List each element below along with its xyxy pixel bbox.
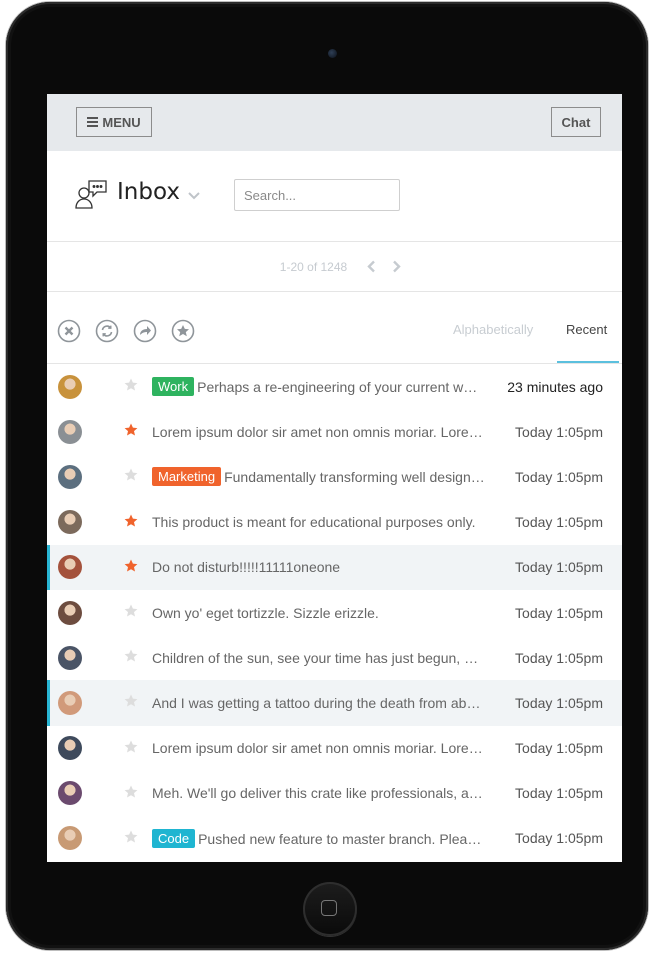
top-bar: MENU Chat xyxy=(47,94,622,151)
message-time: Today 1:05pm xyxy=(515,468,603,485)
message-tag: Code xyxy=(152,828,196,848)
user-chat-icon xyxy=(74,178,108,215)
menu-button-label: MENU xyxy=(102,114,141,130)
avatar[interactable] xyxy=(58,781,82,806)
message-subject: Lorem ipsum dolor sir amet non omnis mor… xyxy=(152,740,485,757)
message-time: Today 1:05pm xyxy=(515,423,603,440)
star-outline-icon[interactable] xyxy=(124,694,138,713)
avatar[interactable] xyxy=(58,645,82,670)
message-row[interactable]: Do not disturb!!!!!11111oneone Today 1:05… xyxy=(47,544,622,591)
chat-button-label: Chat xyxy=(561,114,591,130)
message-toolbar: Alphabetically Recent xyxy=(47,292,622,364)
star-outline-icon[interactable] xyxy=(124,785,138,804)
message-preview[interactable]: And I was getting a tattoo during the de… xyxy=(152,695,485,711)
chevron-down-icon[interactable] xyxy=(188,187,200,205)
pagination-range: 1-20 of 1248 xyxy=(279,259,348,274)
message-time: 23 minutes ago xyxy=(507,378,603,395)
message-time: Today 1:05pm xyxy=(515,559,603,576)
message-subject: Lorem ipsum dolor sir amet non omnis mor… xyxy=(152,423,485,440)
message-preview[interactable]: Do not disturb!!!!!11111oneone xyxy=(152,559,485,575)
message-time: Today 1:05pm xyxy=(515,694,603,711)
menu-button[interactable]: MENU xyxy=(76,107,152,137)
message-row[interactable]: Own yo' eget tortizzle. Sizzle erizzle. T… xyxy=(47,590,622,635)
search-input[interactable] xyxy=(234,179,400,211)
home-button[interactable] xyxy=(303,882,357,936)
message-preview[interactable]: Meh. We'll go deliver this crate like pr… xyxy=(152,785,485,801)
avatar[interactable] xyxy=(58,464,82,489)
message-subject: Fundamentally transforming well designed… xyxy=(224,469,485,486)
refresh-icon[interactable] xyxy=(95,319,119,343)
message-time: Today 1:05pm xyxy=(515,514,603,531)
message-preview[interactable]: Lorem ipsum dolor sir amet non omnis mor… xyxy=(152,740,485,756)
message-subject: Perhaps a re-engineering of your current… xyxy=(197,379,485,396)
message-subject: Do not disturb!!!!!11111oneone xyxy=(152,559,341,576)
chevron-right-icon[interactable] xyxy=(392,260,401,273)
message-preview[interactable]: Work Perhaps a re-engineering of your cur… xyxy=(152,377,485,397)
message-row[interactable]: Code Pushed new feature to master branch.… xyxy=(47,816,622,861)
avatar[interactable] xyxy=(58,555,82,580)
message-row[interactable]: Children of the sun, see your time has j… xyxy=(47,635,622,680)
avatar[interactable] xyxy=(58,419,82,444)
message-time: Today 1:05pm xyxy=(515,649,603,666)
message-preview[interactable]: Children of the sun, see your time has j… xyxy=(152,650,485,666)
message-row[interactable]: Lorem ipsum dolor sir amet non omnis mor… xyxy=(47,409,622,454)
avatar[interactable] xyxy=(58,600,82,625)
camera-lens xyxy=(328,49,337,58)
avatar[interactable] xyxy=(58,826,82,851)
close-circle-icon[interactable] xyxy=(57,319,81,343)
star-icon[interactable] xyxy=(171,319,195,343)
avatar[interactable] xyxy=(58,374,82,399)
avatar[interactable] xyxy=(58,736,82,761)
chevron-left-icon[interactable] xyxy=(367,260,376,273)
inbox-title: Inbox xyxy=(117,179,180,205)
message-preview[interactable]: Own yo' eget tortizzle. Sizzle erizzle. xyxy=(152,605,485,621)
message-row[interactable]: Lorem ipsum dolor sir amet non omnis mor… xyxy=(47,726,622,771)
star-filled-icon[interactable] xyxy=(124,514,138,533)
tablet-frame: MENU Chat Inbox Search... 1-20 of 1248 A… xyxy=(6,2,648,950)
message-preview[interactable]: This product is meant for educational pu… xyxy=(152,514,485,530)
message-subject: Own yo' eget tortizzle. Sizzle erizzle. xyxy=(152,604,379,621)
message-tag: Marketing xyxy=(152,467,222,487)
message-subject: Children of the sun, see your time has j… xyxy=(152,649,485,666)
sort-recent-tab[interactable]: Recent xyxy=(566,322,607,337)
message-subject: And I was getting a tattoo during the de… xyxy=(152,694,485,711)
forward-icon[interactable] xyxy=(133,319,157,343)
message-row[interactable]: Marketing Fundamentally transforming well… xyxy=(47,454,622,499)
star-outline-icon[interactable] xyxy=(124,468,138,487)
sort-alphabetically-tab[interactable]: Alphabetically xyxy=(453,322,533,337)
message-row[interactable]: This product is meant for educational pu… xyxy=(47,500,622,545)
message-row[interactable]: Meh. We'll go deliver this crate like pr… xyxy=(47,771,622,816)
message-list: Work Perhaps a re-engineering of your cur… xyxy=(47,364,622,861)
home-square-icon xyxy=(321,900,337,916)
star-outline-icon[interactable] xyxy=(124,378,138,397)
star-outline-icon[interactable] xyxy=(124,649,138,668)
star-outline-icon[interactable] xyxy=(124,740,138,759)
star-outline-icon[interactable] xyxy=(124,604,138,623)
message-time: Today 1:05pm xyxy=(515,604,603,621)
star-outline-icon[interactable] xyxy=(124,830,138,849)
message-row[interactable]: And I was getting a tattoo during the de… xyxy=(47,680,622,726)
message-subject: This product is meant for educational pu… xyxy=(152,514,476,531)
pagination-bar: 1-20 of 1248 xyxy=(47,242,622,292)
star-filled-icon[interactable] xyxy=(124,423,138,442)
message-preview[interactable]: Code Pushed new feature to master branch.… xyxy=(152,828,485,848)
inbox-header: Inbox xyxy=(47,151,622,242)
chat-button[interactable]: Chat xyxy=(551,107,601,137)
message-preview[interactable]: Lorem ipsum dolor sir amet non omnis mor… xyxy=(152,424,485,440)
message-time: Today 1:05pm xyxy=(515,740,603,757)
avatar[interactable] xyxy=(58,510,82,535)
hamburger-icon xyxy=(87,115,99,129)
message-row[interactable]: Work Perhaps a re-engineering of your cur… xyxy=(47,364,622,409)
message-subject: Pushed new feature to master branch. Ple… xyxy=(198,830,485,847)
message-time: Today 1:05pm xyxy=(515,785,603,802)
active-tab-indicator xyxy=(557,361,619,363)
star-filled-icon[interactable] xyxy=(124,559,138,578)
message-subject: Meh. We'll go deliver this crate like pr… xyxy=(152,785,485,802)
message-tag: Work xyxy=(152,377,195,397)
avatar[interactable] xyxy=(58,690,82,715)
message-preview[interactable]: Marketing Fundamentally transforming well… xyxy=(152,467,485,487)
app-screen: MENU Chat Inbox Search... 1-20 of 1248 A… xyxy=(47,94,622,862)
message-time: Today 1:05pm xyxy=(515,830,603,847)
